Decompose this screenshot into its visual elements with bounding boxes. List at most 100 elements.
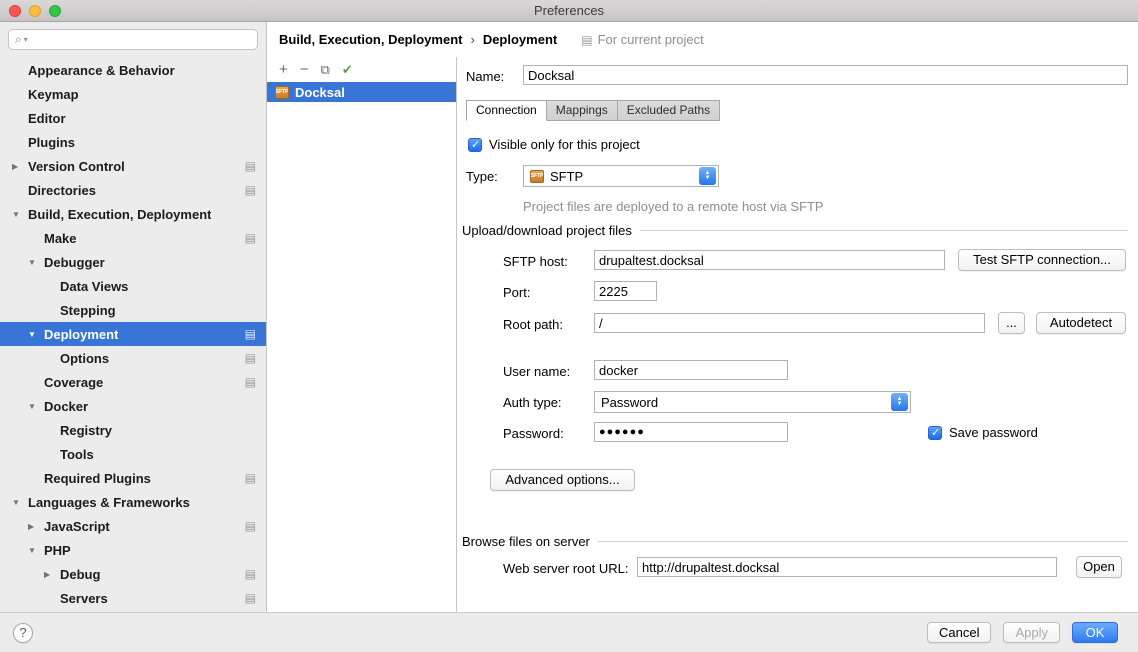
breadcrumb-category[interactable]: Build, Execution, Deployment <box>279 32 462 47</box>
auth-type-select[interactable]: Password ▲▼ <box>594 391 911 413</box>
search-options-chevron-icon[interactable]: ▾ <box>24 35 28 44</box>
project-level-icon: ▤ <box>245 592 256 604</box>
ok-button[interactable]: OK <box>1072 622 1118 643</box>
sftp-host-input[interactable] <box>594 250 945 270</box>
project-level-icon: ▤ <box>245 328 256 340</box>
user-name-input[interactable] <box>594 360 788 380</box>
port-input[interactable] <box>594 281 657 301</box>
upload-section-header: Upload/download project files <box>462 223 1128 238</box>
help-button[interactable]: ? <box>13 623 33 643</box>
server-list-item-docksal[interactable]: SFTPDocksal <box>267 82 456 102</box>
web-root-input[interactable] <box>637 557 1057 577</box>
server-list: SFTPDocksal <box>267 82 456 102</box>
expand-arrow-icon[interactable]: ▶ <box>12 162 28 171</box>
name-label: Name: <box>466 69 504 84</box>
sidebar-item-label: Keymap <box>28 87 79 102</box>
settings-search-field[interactable]: ⌕ ▾ <box>8 29 258 50</box>
tab-connection[interactable]: Connection <box>466 100 547 121</box>
collapse-arrow-icon[interactable]: ▼ <box>12 210 28 219</box>
zoom-window-button[interactable] <box>49 5 61 17</box>
save-password-checkbox[interactable] <box>928 426 942 440</box>
tab-excluded-paths[interactable]: Excluded Paths <box>618 100 720 121</box>
collapse-arrow-icon[interactable]: ▼ <box>28 402 44 411</box>
password-input[interactable] <box>594 422 788 442</box>
sidebar-item-servers[interactable]: Servers▤ <box>0 586 266 610</box>
visible-only-checkbox[interactable] <box>468 138 482 152</box>
collapse-arrow-icon[interactable]: ▼ <box>12 498 28 507</box>
collapse-arrow-icon[interactable]: ▼ <box>28 546 44 555</box>
sidebar-item-required-plugins[interactable]: Required Plugins ▤ <box>0 466 266 490</box>
sidebar-item-debug[interactable]: ▶Debug▤ <box>0 562 266 586</box>
browse-section-label: Browse files on server <box>462 534 590 549</box>
type-select[interactable]: SFTP SFTP ▲▼ <box>523 165 719 187</box>
remove-server-button[interactable]: − <box>300 62 309 77</box>
sidebar-item-docker[interactable]: ▼Docker <box>0 394 266 418</box>
project-level-icon: ▤ <box>245 160 256 172</box>
name-input[interactable] <box>523 65 1128 85</box>
autodetect-button[interactable]: Autodetect <box>1036 312 1126 334</box>
password-label: Password: <box>503 426 564 441</box>
deployment-form: Name: Connection Mappings Excluded Paths… <box>457 57 1138 612</box>
close-window-button[interactable] <box>9 5 21 17</box>
expand-arrow-icon[interactable]: ▶ <box>28 522 44 531</box>
project-level-icon: ▤ <box>245 472 256 484</box>
sidebar-item-plugins[interactable]: Plugins <box>0 130 266 154</box>
sidebar-item-stepping[interactable]: Stepping <box>0 298 266 322</box>
add-server-button[interactable]: + <box>279 62 288 77</box>
sidebar-item-tools[interactable]: Tools <box>0 442 266 466</box>
minimize-window-button[interactable] <box>29 5 41 17</box>
copy-server-button[interactable]: ⧉ <box>321 63 330 76</box>
collapse-arrow-icon[interactable]: ▼ <box>28 330 44 339</box>
sidebar-item-registry[interactable]: Registry <box>0 418 266 442</box>
apply-button[interactable]: Apply <box>1003 622 1060 643</box>
project-level-icon: ▤ <box>245 520 256 532</box>
sidebar-item-options[interactable]: Options▤ <box>0 346 266 370</box>
sidebar-item-label: Plugins <box>28 135 75 150</box>
project-level-icon: ▤ <box>245 376 256 388</box>
root-path-label: Root path: <box>503 317 563 332</box>
port-label: Port: <box>503 285 530 300</box>
footer-buttons: Cancel Apply OK <box>927 622 1118 643</box>
sidebar-item-label: Appearance & Behavior <box>28 63 175 78</box>
browse-root-path-button[interactable]: ... <box>998 312 1025 334</box>
cancel-button[interactable]: Cancel <box>927 622 991 643</box>
save-password-label: Save password <box>949 425 1038 440</box>
project-level-icon: ▤ <box>245 232 256 244</box>
sidebar-item-directories[interactable]: Directories▤ <box>0 178 266 202</box>
sidebar-item-build-execution-deployment[interactable]: ▼Build, Execution, Deployment <box>0 202 266 226</box>
server-label: Docksal <box>295 85 345 100</box>
sidebar-item-appearance-behavior[interactable]: Appearance & Behavior <box>0 58 266 82</box>
sidebar-item-label: Required Plugins <box>44 471 151 486</box>
sidebar-item-keymap[interactable]: Keymap <box>0 82 266 106</box>
test-sftp-connection-button[interactable]: Test SFTP connection... <box>958 249 1126 271</box>
sidebar-item-editor[interactable]: Editor <box>0 106 266 130</box>
server-list-panel: + − ⧉ ✔ SFTPDocksal <box>267 57 457 612</box>
advanced-options-button[interactable]: Advanced options... <box>490 469 635 491</box>
sidebar-item-deployment[interactable]: ▼Deployment▤ <box>0 322 266 346</box>
scope-label: For current project <box>598 32 704 47</box>
project-scope-icon: ▤ <box>581 34 592 46</box>
sidebar-item-version-control[interactable]: ▶Version Control▤ <box>0 154 266 178</box>
collapse-arrow-icon[interactable]: ▼ <box>28 258 44 267</box>
sidebar-item-make[interactable]: Make▤ <box>0 226 266 250</box>
sidebar-item-debugger[interactable]: ▼Debugger <box>0 250 266 274</box>
tab-mappings[interactable]: Mappings <box>547 100 618 121</box>
use-as-default-button[interactable]: ✔ <box>342 63 353 76</box>
server-list-toolbar: + − ⧉ ✔ <box>267 57 456 82</box>
sidebar-item-php[interactable]: ▼PHP <box>0 538 266 562</box>
sidebar-item-label: Build, Execution, Deployment <box>28 207 211 222</box>
open-button[interactable]: Open <box>1076 556 1122 578</box>
sidebar-item-languages-frameworks[interactable]: ▼Languages & Frameworks <box>0 490 266 514</box>
type-value: SFTP <box>550 169 693 184</box>
titlebar[interactable]: Preferences <box>0 0 1138 22</box>
project-level-icon: ▤ <box>245 184 256 196</box>
sidebar-item-data-views[interactable]: Data Views <box>0 274 266 298</box>
sidebar-item-coverage[interactable]: Coverage▤ <box>0 370 266 394</box>
sidebar-item-label: Options <box>60 351 109 366</box>
web-root-label: Web server root URL: <box>503 561 628 576</box>
expand-arrow-icon[interactable]: ▶ <box>44 570 60 579</box>
footer-bar: ? Cancel Apply OK <box>0 612 1138 652</box>
sidebar-item-javascript[interactable]: ▶JavaScript▤ <box>0 514 266 538</box>
save-password-row: Save password <box>928 425 1038 440</box>
root-path-input[interactable] <box>594 313 985 333</box>
